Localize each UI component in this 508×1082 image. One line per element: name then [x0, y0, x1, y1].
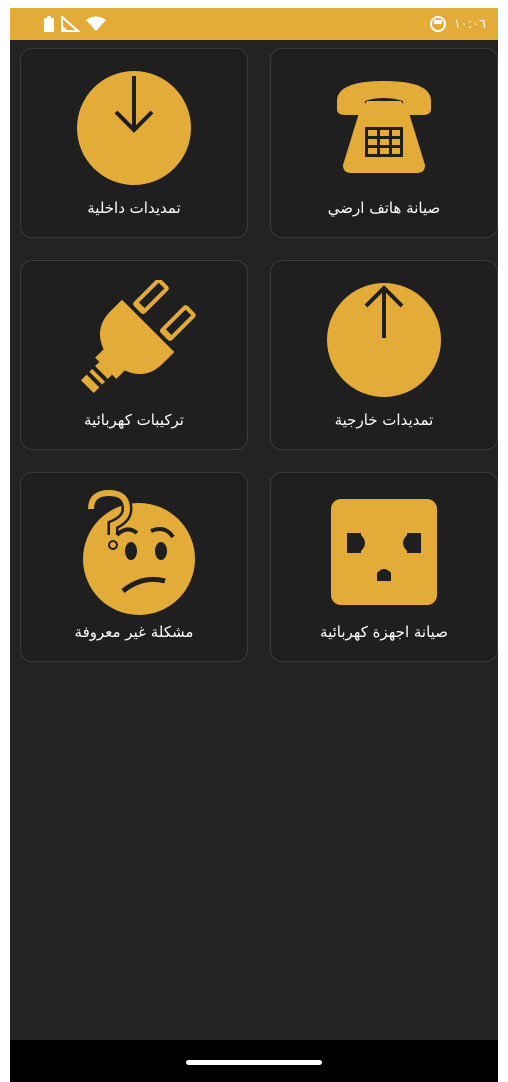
- service-card-unknown-problem[interactable]: مشكلة غير معروفة: [20, 472, 248, 662]
- service-card-internal-wiring[interactable]: تمديدات داخلية: [20, 48, 248, 238]
- status-icons-right: ١٠:٠٦: [429, 14, 486, 34]
- navigation-bar: [10, 1040, 498, 1082]
- home-gesture-handle[interactable]: [186, 1060, 322, 1065]
- status-time: ١٠:٠٦: [453, 16, 486, 32]
- service-label: صيانة اجهزة كهربائية: [320, 623, 448, 641]
- power-outlet-icon: [271, 487, 497, 617]
- service-card-electrical-installations[interactable]: تركيبات كهربائية: [20, 260, 248, 450]
- status-bar: ١٠:٠٦: [10, 8, 498, 40]
- service-card-appliance-maintenance[interactable]: صيانة اجهزة كهربائية: [270, 472, 498, 662]
- service-label: مشكلة غير معروفة: [74, 623, 194, 641]
- battery-icon: [44, 16, 54, 32]
- app-screen: ١٠:٠٦ صيانة هاتف ارضي تمديدات داخلية تمد…: [10, 8, 498, 1082]
- service-card-external-wiring[interactable]: تمديدات خارجية: [270, 260, 498, 450]
- service-label: تركيبات كهربائية: [84, 411, 184, 429]
- service-label: صيانة هاتف ارضي: [327, 199, 441, 217]
- arrow-up-circle-icon: [271, 275, 497, 405]
- service-label: تمديدات داخلية: [87, 199, 181, 217]
- wifi-icon: [86, 16, 106, 31]
- status-icons-left: [44, 14, 106, 34]
- electric-plug-icon: [21, 275, 247, 405]
- telephone-icon: [271, 63, 497, 193]
- service-card-landline-maintenance[interactable]: صيانة هاتف ارضي: [270, 48, 498, 238]
- signal-icon: [61, 16, 80, 32]
- app-notification-icon: [429, 16, 446, 32]
- service-label: تمديدات خارجية: [334, 411, 434, 429]
- confused-face-icon: [21, 487, 247, 617]
- arrow-down-circle-icon: [21, 63, 247, 193]
